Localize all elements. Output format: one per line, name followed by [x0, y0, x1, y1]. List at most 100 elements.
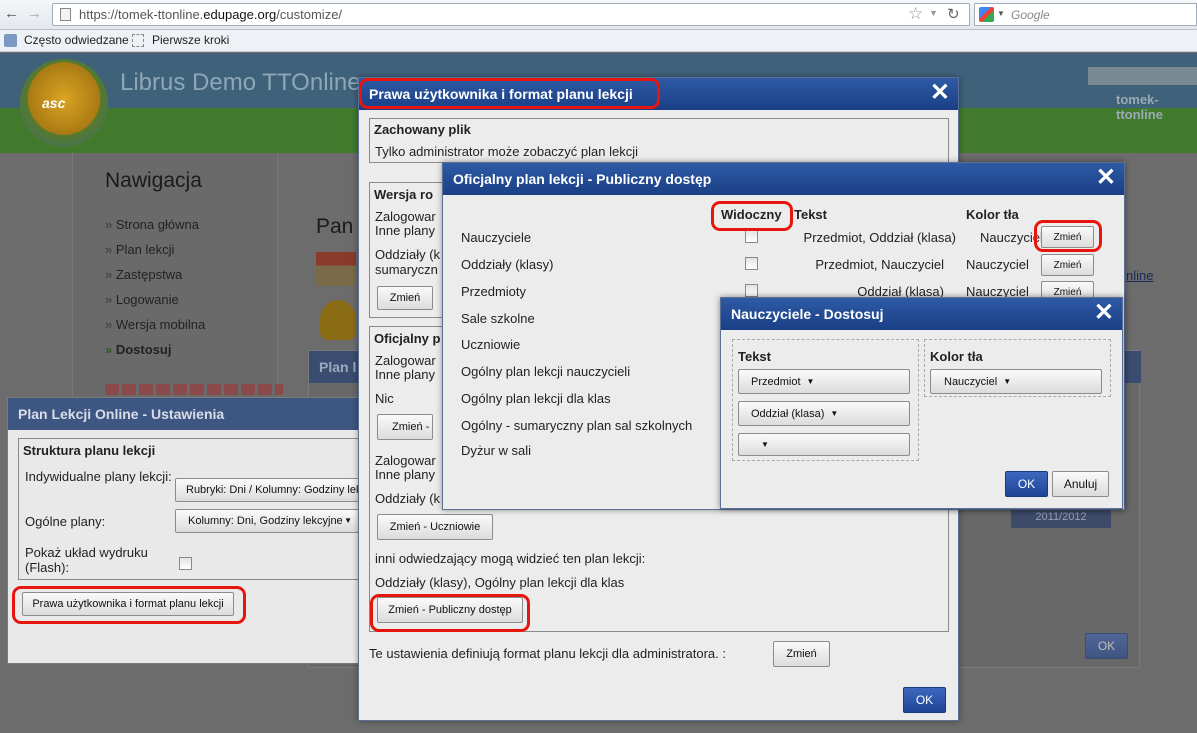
page-link[interactable]: nline	[1126, 268, 1153, 283]
search-engine-dropdown-icon[interactable]: ▼	[997, 9, 1005, 18]
rights-ok-button[interactable]: OK	[903, 687, 946, 713]
dropdown-value: Przedmiot	[751, 375, 801, 388]
row-label: Ogólny - sumaryczny plan sal szkolnych	[461, 418, 693, 433]
row-label: Uczniowie	[461, 337, 521, 352]
url-suffix: /customize/	[276, 7, 343, 22]
bookmark-item[interactable]: Pierwsze kroki	[152, 33, 229, 47]
row-label: Ogólny plan lekcji nauczycieli	[461, 364, 631, 379]
customize-ok-button[interactable]: OK	[1005, 471, 1048, 497]
user-rights-button[interactable]: Prawa użytkownika i format planu lekcji	[22, 592, 234, 616]
public-access-title: Oficjalny plan lekcji - Publiczny dostęp	[453, 171, 712, 187]
settings-dialog-header: Plan Lekcji Online - Ustawienia	[8, 398, 366, 430]
cancel-button[interactable]: Anuluj	[1052, 471, 1109, 497]
dropdown-arrow-icon[interactable]: ▼	[929, 8, 938, 18]
classes-text: Oddziały (k	[375, 247, 441, 262]
dropdown-value: Nauczyciel	[944, 375, 998, 388]
text-dropdown-3[interactable]: ▼	[738, 433, 910, 456]
nav-item-substitutions[interactable]: » Zastępstwa	[105, 267, 182, 282]
change-button[interactable]: Zmień	[377, 286, 433, 310]
search-bar[interactable]: ▼ Google	[974, 3, 1197, 26]
address-bar[interactable]: https://tomek-ttonline.edupage.org/custo…	[52, 3, 970, 26]
settings-dialog-title: Plan Lekcji Online - Ustawienia	[18, 406, 225, 422]
structure-group: Struktura planu lekcji Indywidualne plan…	[18, 438, 366, 580]
text-group-label: Tekst	[738, 349, 771, 364]
ok-label: OK	[915, 693, 934, 707]
row-text: Przedmiot, Nauczyciel	[815, 257, 944, 272]
row-change-button[interactable]: Zmień	[1041, 254, 1094, 276]
forward-icon[interactable]: →	[27, 5, 42, 22]
chevron-down-icon: ▼	[344, 516, 352, 525]
background-ok-button[interactable]: OK	[1085, 633, 1128, 659]
chevron-down-icon: ▼	[761, 440, 769, 449]
individual-plans-select[interactable]: Rubryki: Dni / Kolumny: Godziny lek	[175, 478, 366, 502]
close-icon[interactable]: ✕	[1096, 166, 1116, 190]
individual-plans-label: Indywidualne plany lekcji:	[25, 469, 172, 484]
reload-icon[interactable]: ↻	[947, 5, 960, 23]
nav-item-customize[interactable]: » Dostosuj	[105, 342, 171, 357]
nav-item-mobile[interactable]: » Wersja mobilna	[105, 317, 205, 332]
chevron-down-icon: ▼	[830, 409, 839, 418]
bookmark-item[interactable]: Często odwiedzane	[24, 33, 129, 47]
col-visible: Widoczny	[721, 207, 782, 222]
language-flags[interactable]	[105, 384, 283, 395]
bell-icon[interactable]	[320, 300, 356, 340]
close-icon[interactable]: ✕	[930, 81, 950, 105]
text-group: Tekst Przedmiot ▼ Oddział (klasa) ▼ ▼	[732, 339, 919, 461]
row-label: Dyżur w sali	[461, 443, 532, 458]
search-placeholder: Google	[1011, 8, 1050, 22]
change-public-button[interactable]: Zmień - Publiczny dostęp	[377, 597, 523, 623]
nav-item-home[interactable]: » Strona główna	[105, 217, 199, 232]
nav-item-label: Strona główna	[115, 217, 199, 232]
close-icon[interactable]: ✕	[1094, 301, 1114, 325]
public-access-header: Oficjalny plan lekcji - Publiczny dostęp	[443, 163, 1124, 195]
settings-dialog: Plan Lekcji Online - Ustawienia Struktur…	[7, 397, 367, 664]
year-text: 2011/2012	[1035, 511, 1087, 523]
footer-change-button[interactable]: Zmień	[773, 641, 830, 667]
print-layout-checkbox[interactable]	[179, 557, 192, 570]
site-logo[interactable]: asc	[20, 59, 108, 147]
bookmark-star-icon[interactable]: ☆	[908, 4, 923, 24]
customize-title: Nauczyciele - Dostosuj	[731, 306, 884, 322]
button-label: Prawa użytkownika i format planu lekcji	[32, 598, 224, 610]
logo-text: asc	[42, 95, 66, 111]
text-dropdown-1[interactable]: Przedmiot ▼	[738, 369, 910, 394]
button-label: Zmień - Uczniowie	[389, 521, 481, 533]
version-title: Wersja ro	[374, 187, 434, 202]
browser-toolbar: ← → https://tomek-ttonline.edupage.org/c…	[0, 0, 1197, 30]
login-field[interactable]	[1088, 67, 1197, 85]
change-teachers-button[interactable]: Zmień - Na	[377, 414, 433, 440]
row-label: Oddziały (klasy)	[461, 257, 554, 272]
visible-checkbox[interactable]	[745, 257, 758, 270]
bg-dropdown[interactable]: Nauczyciel ▼	[930, 369, 1102, 394]
ok-label: OK	[1017, 477, 1036, 491]
bg-group-label: Kolor tła	[930, 349, 983, 364]
nav-item-timetable[interactable]: » Plan lekcji	[105, 242, 174, 257]
summary-text: sumaryczn	[375, 262, 438, 277]
house-icon[interactable]	[316, 252, 356, 286]
col-bg: Kolor tła	[966, 207, 1019, 222]
page-icon	[60, 8, 71, 21]
back-icon[interactable]: ←	[4, 5, 19, 22]
button-label: Zmień	[1053, 231, 1082, 243]
user-name[interactable]: tomek-ttonline	[1116, 92, 1197, 122]
chevron-down-icon: ▼	[806, 377, 815, 386]
nav-item-login[interactable]: » Logowanie	[105, 292, 179, 307]
text-dropdown-2[interactable]: Oddział (klasa) ▼	[738, 401, 910, 426]
button-label: Zmień	[389, 292, 421, 304]
page-heading: Pan	[316, 215, 354, 238]
saved-file-group: Zachowany plik Tylko administrator może …	[369, 118, 949, 163]
general-plans-select[interactable]: Kolumny: Dni, Godziny lekcyjne ▼	[175, 509, 359, 533]
url-domain: edupage.org	[203, 7, 277, 22]
page-icon	[132, 34, 144, 47]
others-text: inni odwiedzający mogą widzieć ten plan …	[375, 551, 646, 566]
visible-checkbox[interactable]	[745, 284, 758, 297]
nav-item-label: Zastępstwa	[115, 267, 183, 282]
chevron-down-icon: ▼	[1003, 377, 1012, 386]
row-label: Ogólny plan lekcji dla klas	[461, 391, 611, 406]
row-label: Sale szkolne	[461, 311, 535, 326]
row-change-button[interactable]: Zmień	[1041, 226, 1094, 248]
col-text: Tekst	[794, 207, 827, 222]
background-dialog-header-right	[1124, 351, 1141, 383]
visible-checkbox[interactable]	[745, 230, 758, 243]
change-students-button[interactable]: Zmień - Uczniowie	[377, 514, 493, 540]
